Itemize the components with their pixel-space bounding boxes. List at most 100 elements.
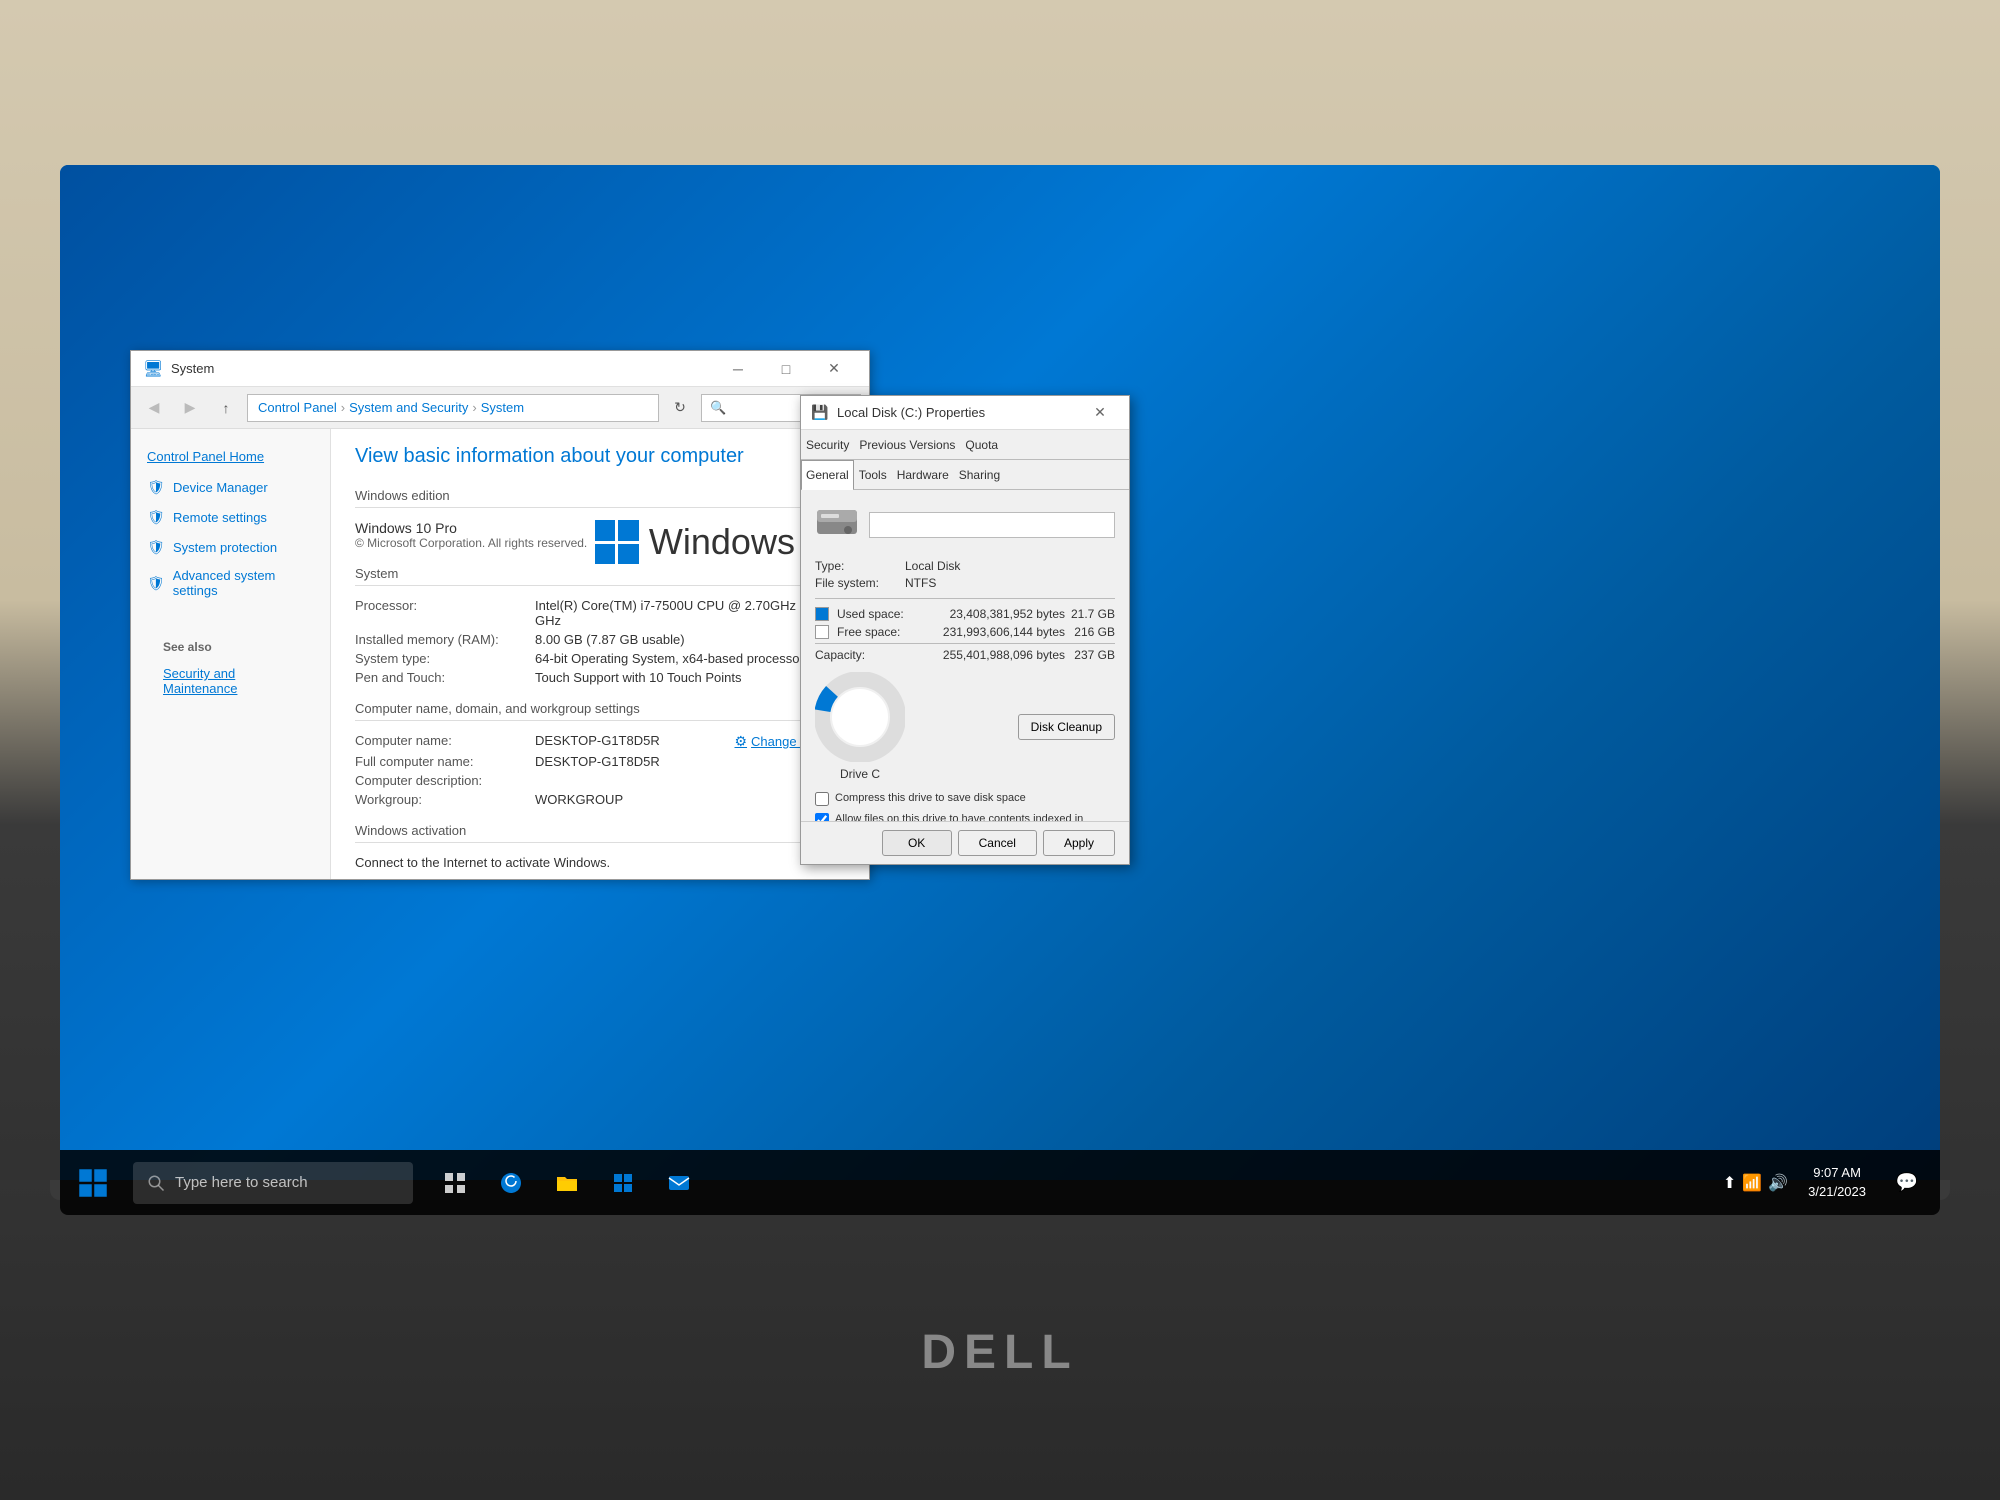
file-explorer-button[interactable] (541, 1157, 593, 1209)
dell-logo: DELL (921, 1325, 1078, 1380)
index-checkbox-row: Allow files on this drive to have conten… (815, 812, 1115, 821)
activation-link[interactable]: Read the Microsoft Software License Term… (355, 878, 606, 879)
laptop-keyboard-area: DELL (0, 1180, 2000, 1500)
taskbar-clock[interactable]: 9:07 AM 3/21/2023 (1796, 1164, 1878, 1200)
taskbar: Type here to search (60, 1150, 1940, 1215)
tab-general[interactable]: General (801, 460, 854, 491)
sidebar-item-remote-settings[interactable]: 🛡 Remote settings (131, 502, 330, 532)
minimize-button[interactable]: ─ (715, 353, 761, 385)
taskbar-search-text: Type here to search (175, 1174, 308, 1191)
compress-checkbox[interactable] (815, 792, 829, 806)
tray-icon-1[interactable]: ⬆ (1723, 1173, 1736, 1193)
volume-icon[interactable]: 🔊 (1768, 1173, 1788, 1193)
activation-header: Windows activation (355, 823, 845, 843)
system-window-title: System (171, 361, 715, 376)
capacity-gb: 237 GB (1065, 648, 1115, 662)
network-icon[interactable]: 📶 (1742, 1173, 1762, 1193)
free-space-indicator (815, 625, 829, 639)
window-body: Control Panel Home 🛡 Device Manager 🛡 Re… (131, 429, 869, 879)
tab-hardware[interactable]: Hardware (892, 460, 954, 489)
up-button[interactable]: ↑ (211, 394, 241, 422)
used-space-label: Used space: (837, 607, 935, 621)
task-view-button[interactable] (429, 1157, 481, 1209)
window-controls: ─ □ ✕ (715, 353, 857, 385)
filesystem-label: File system: (815, 576, 905, 590)
forward-button[interactable]: ▶ (175, 394, 205, 422)
remote-settings-icon: 🛡 (147, 508, 165, 526)
dialog-close-button[interactable]: ✕ (1081, 398, 1119, 428)
tab-security[interactable]: Security (801, 430, 854, 459)
tab-tools[interactable]: Tools (854, 460, 892, 489)
ok-button[interactable]: OK (882, 830, 952, 856)
control-panel-home-link[interactable]: Control Panel Home (131, 441, 330, 472)
security-maintenance-link[interactable]: Security and Maintenance (147, 658, 314, 704)
clock-date: 3/21/2023 (1808, 1183, 1866, 1201)
compress-label: Compress this drive to save disk space (835, 791, 1026, 806)
apply-button[interactable]: Apply (1043, 830, 1115, 856)
notification-button[interactable]: 💬 (1886, 1162, 1928, 1204)
description-label: Computer description: (355, 773, 535, 788)
dialog-title: Local Disk (C:) Properties (837, 405, 1081, 420)
capacity-row: Capacity: 255,401,988,096 bytes 237 GB (815, 643, 1115, 662)
dialog-titlebar: 💾 Local Disk (C:) Properties ✕ (801, 396, 1129, 430)
taskbar-right: ⬆ 📶 🔊 9:07 AM 3/21/2023 💬 (1723, 1162, 1940, 1204)
system-protection-icon: 🛡 (147, 538, 165, 556)
windows-edition-header: Windows edition (355, 488, 845, 508)
see-also-label: See also (147, 628, 314, 658)
ram-label: Installed memory (RAM): (355, 632, 535, 647)
mail-button[interactable] (653, 1157, 705, 1209)
index-checkbox[interactable] (815, 813, 829, 821)
device-manager-icon: 🛡 (147, 478, 165, 496)
disk-divider (815, 598, 1115, 599)
mail-icon (667, 1171, 691, 1195)
window-main: View basic information about your comput… (331, 429, 869, 879)
tab-sharing[interactable]: Sharing (954, 460, 1005, 489)
pen-touch-value: Touch Support with 10 Touch Points (535, 670, 741, 685)
used-space-bytes: 23,408,381,952 bytes (935, 607, 1065, 621)
refresh-button[interactable]: ↻ (665, 394, 695, 422)
disk-name-input[interactable] (869, 512, 1115, 538)
dialog-buttons: OK Cancel Apply (801, 821, 1129, 864)
free-space-gb: 216 GB (1065, 625, 1115, 639)
ram-value: 8.00 GB (7.87 GB usable) (535, 632, 685, 647)
system-type-label: System type: (355, 651, 535, 666)
full-name-label: Full computer name: (355, 754, 535, 769)
cancel-button[interactable]: Cancel (958, 830, 1037, 856)
store-button[interactable] (597, 1157, 649, 1209)
disk-filesystem-row: File system: NTFS (815, 576, 1115, 590)
page-title: View basic information about your comput… (355, 445, 845, 468)
compress-checkbox-row: Compress this drive to save disk space (815, 791, 1115, 806)
edge-button[interactable] (485, 1157, 537, 1209)
taskbar-search[interactable]: Type here to search (133, 1162, 413, 1204)
processor-label: Processor: (355, 598, 535, 628)
back-button[interactable]: ◀ (139, 394, 169, 422)
sidebar-item-device-manager[interactable]: 🛡 Device Manager (131, 472, 330, 502)
free-space-row: Free space: 231,993,606,144 bytes 216 GB (815, 625, 1115, 639)
maximize-button[interactable]: □ (763, 353, 809, 385)
start-button[interactable] (60, 1150, 125, 1215)
address-path-text: Control Panel (258, 400, 337, 415)
disk-type-row: Type: Local Disk (815, 559, 1115, 573)
address-path[interactable]: Control Panel › System and Security › Sy… (247, 394, 659, 422)
windows-start-icon (78, 1168, 108, 1198)
close-button[interactable]: ✕ (811, 353, 857, 385)
tab-quota[interactable]: Quota (960, 430, 1003, 459)
type-value: Local Disk (905, 559, 960, 573)
drive-label: Drive C (815, 767, 905, 781)
properties-dialog: 💾 Local Disk (C:) Properties ✕ Security … (800, 395, 1130, 865)
sidebar-item-system-protection[interactable]: 🛡 System protection (131, 532, 330, 562)
disk-cleanup-button[interactable]: Disk Cleanup (1018, 714, 1115, 740)
system-window: 🖥 System ─ □ ✕ ◀ ▶ ↑ Control Panel › Sys… (130, 350, 870, 880)
processor-value: Intel(R) Core(TM) i7-7500U CPU @ 2.70GHz… (535, 598, 845, 628)
used-space-indicator (815, 607, 829, 621)
advanced-settings-icon: 🛡 (147, 574, 165, 592)
window-titlebar: 🖥 System ─ □ ✕ (131, 351, 869, 387)
dialog-tabs-row1: Security Previous Versions Quota (801, 430, 1129, 460)
edge-icon (499, 1171, 523, 1195)
full-name-value: DESKTOP-G1T8D5R (535, 754, 660, 769)
system-type-value: 64-bit Operating System, x64-based proce… (535, 651, 804, 666)
index-label: Allow files on this drive to have conten… (835, 812, 1115, 821)
sidebar-item-advanced-settings[interactable]: 🛡 Advanced system settings (131, 562, 330, 604)
capacity-label: Capacity: (815, 648, 935, 662)
tab-previous-versions[interactable]: Previous Versions (854, 430, 960, 459)
